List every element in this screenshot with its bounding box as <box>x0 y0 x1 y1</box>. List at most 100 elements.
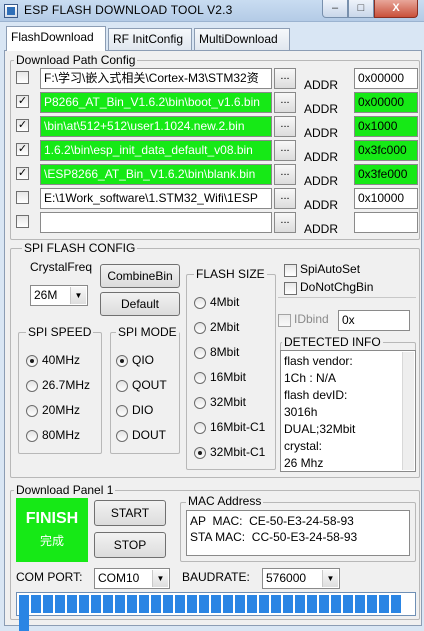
addr-input[interactable]: 0x3fe000 <box>354 164 418 185</box>
spi-speed-radio[interactable] <box>26 405 38 417</box>
detected-info-text[interactable]: flash vendor: 1Ch : N/A flash devID: 3016h D… <box>280 350 416 472</box>
spi-mode-radio[interactable] <box>116 355 128 367</box>
mac-address-box[interactable]: AP MAC: CE-50-E3-24-58-93 STA MAC: CC-50… <box>186 510 410 556</box>
progress-segment <box>319 595 329 613</box>
detected-info-line: flash devID: <box>284 388 348 402</box>
file-enable-checkbox[interactable] <box>16 71 29 84</box>
progress-segment <box>223 595 233 613</box>
spi-speed-radio[interactable] <box>26 380 38 392</box>
file-enable-checkbox[interactable] <box>16 215 29 228</box>
flash-size-label: 16Mbit <box>210 370 247 384</box>
file-enable-checkbox[interactable]: ✓ <box>16 143 29 156</box>
progress-segment <box>295 595 305 613</box>
tab-multi-download[interactable]: MultiDownload <box>194 28 290 50</box>
flash-size-radio[interactable] <box>194 397 206 409</box>
spi-mode-radio[interactable] <box>116 430 128 442</box>
status-text: FINISH <box>25 510 79 527</box>
addr-label: ADDR <box>304 198 339 212</box>
file-enable-checkbox[interactable]: ✓ <box>16 95 29 108</box>
spi-speed-radio[interactable] <box>26 355 38 367</box>
spi-auto-set-checkbox[interactable] <box>284 264 297 277</box>
spi-mode-radio[interactable] <box>116 405 128 417</box>
addr-input[interactable] <box>354 212 418 233</box>
progress-segment <box>199 595 209 613</box>
spi-speed-legend: SPI SPEED <box>26 325 94 339</box>
addr-input[interactable]: 0x1000 <box>354 116 418 137</box>
spi-speed-label: 26.7MHz <box>42 378 91 392</box>
detected-info-line: DUAL;32Mbit <box>284 422 356 436</box>
addr-input[interactable]: 0x3fc000 <box>354 140 418 161</box>
file-path-input[interactable]: \bin\at\512+512\user1.1024.new.2.bin <box>40 116 272 137</box>
browse-button[interactable]: ... <box>274 164 296 185</box>
app-icon <box>4 4 18 18</box>
flash-size-radio[interactable] <box>194 422 206 434</box>
status-subtext: 完成 <box>39 534 64 548</box>
ap-mac: AP MAC: CE-50-E3-24-58-93 <box>190 514 354 528</box>
file-path-input[interactable]: \ESP8266_AT_Bin_V1.6.2\bin\blank.bin <box>40 164 272 185</box>
browse-button[interactable]: ... <box>274 188 296 209</box>
tab-rf-init-config[interactable]: RF InitConfig <box>108 28 192 50</box>
flash-size-label: 16Mbit-C1 <box>210 420 266 434</box>
flash-size-label: 4Mbit <box>210 295 240 309</box>
progress-segment <box>139 595 149 613</box>
flash-size-radio[interactable] <box>194 297 206 309</box>
progress-segment <box>43 595 53 613</box>
flash-size-label: 32Mbit-C1 <box>210 445 266 459</box>
file-enable-checkbox[interactable] <box>16 191 29 204</box>
combine-bin-button[interactable]: CombineBin <box>100 264 180 288</box>
progress-segment <box>115 595 125 613</box>
start-button[interactable]: START <box>94 500 166 526</box>
detected-info-line: crystal: <box>284 439 323 453</box>
flash-size-radio[interactable] <box>194 347 206 359</box>
file-path-input[interactable] <box>40 212 272 233</box>
progress-segment <box>379 595 389 613</box>
spi-speed-radio[interactable] <box>26 430 38 442</box>
baudrate-value: 576000 <box>266 571 307 585</box>
close-button[interactable]: X <box>374 0 418 18</box>
idbind-input[interactable]: 0x <box>338 310 410 331</box>
addr-input[interactable]: 0x10000 <box>354 188 418 209</box>
addr-label: ADDR <box>304 78 339 92</box>
progress-segment <box>103 595 113 613</box>
file-path-input[interactable]: F:\学习\嵌入式相关\Cortex-M3\STM32资 <box>40 68 272 89</box>
idbind-checkbox[interactable] <box>278 314 291 327</box>
browse-button[interactable]: ... <box>274 140 296 161</box>
file-path-input[interactable]: P8266_AT_Bin_V1.6.2\bin\boot_v1.6.bin <box>40 92 272 113</box>
spi-mode-legend: SPI MODE <box>116 325 179 339</box>
browse-button[interactable]: ... <box>274 92 296 113</box>
spi-mode-label: QOUT <box>132 378 167 392</box>
stop-button[interactable]: STOP <box>94 532 166 558</box>
addr-input[interactable]: 0x00000 <box>354 92 418 113</box>
file-enable-checkbox[interactable]: ✓ <box>16 119 29 132</box>
progress-segment <box>163 595 173 613</box>
spi-speed-label: 40MHz <box>42 353 81 367</box>
progress-segment <box>283 595 293 613</box>
com-port-select[interactable]: COM10 ▼ <box>94 568 170 589</box>
flash-size-radio[interactable] <box>194 447 206 459</box>
browse-button[interactable]: ... <box>274 116 296 137</box>
file-path-input[interactable]: 1.6.2\bin\esp_init_data_default_v08.bin <box>40 140 272 161</box>
default-button[interactable]: Default <box>100 292 180 316</box>
status-indicator: FINISH 完成 <box>16 498 88 562</box>
addr-input[interactable]: 0x00000 <box>354 68 418 89</box>
download-progress-bar <box>16 592 416 631</box>
flash-size-radio[interactable] <box>194 322 206 334</box>
do-not-chg-bin-checkbox[interactable] <box>284 282 297 295</box>
flash-size-radio[interactable] <box>194 372 206 384</box>
download-path-legend: Download Path Config <box>14 53 138 67</box>
maximize-button[interactable]: □ <box>348 0 374 18</box>
browse-button[interactable]: ... <box>274 212 296 233</box>
spi-mode-radio[interactable] <box>116 380 128 392</box>
progress-segment <box>19 595 29 613</box>
minimize-button[interactable]: – <box>322 0 348 18</box>
file-enable-checkbox[interactable]: ✓ <box>16 167 29 180</box>
file-path-input[interactable]: E:\1Work_software\1.STM32_Wifi\1ESP <box>40 188 272 209</box>
baudrate-select[interactable]: 576000 ▼ <box>262 568 340 589</box>
browse-button[interactable]: ... <box>274 68 296 89</box>
addr-label: ADDR <box>304 222 339 236</box>
crystal-freq-select[interactable]: 26M ▼ <box>30 285 88 306</box>
spi-mode-label: DIO <box>132 403 154 417</box>
tab-flash-download[interactable]: FlashDownload <box>6 26 106 51</box>
progress-segment <box>211 595 221 613</box>
scrollbar[interactable] <box>402 352 414 470</box>
